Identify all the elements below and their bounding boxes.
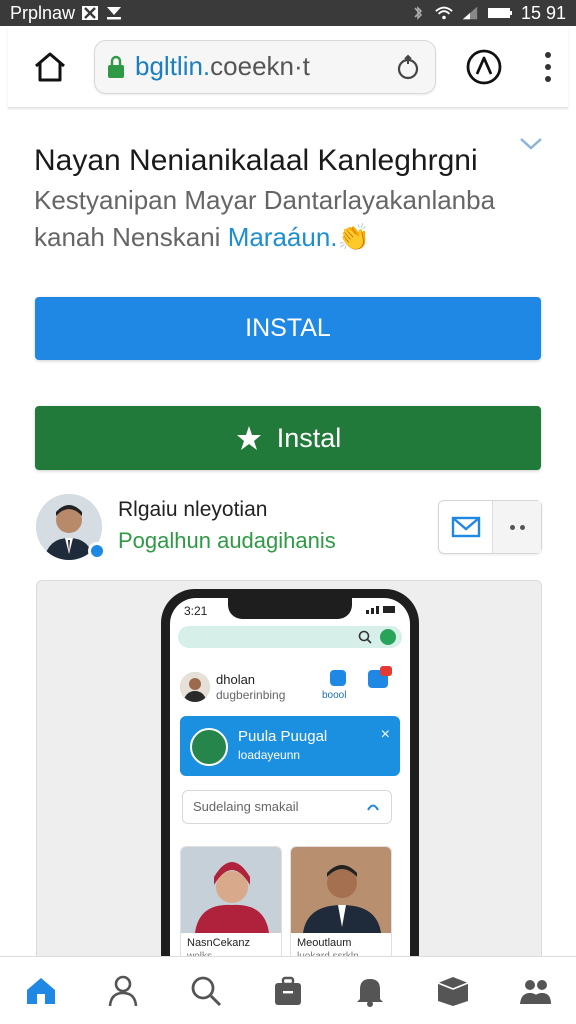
phone-app-icon xyxy=(330,670,346,686)
close-icon: × xyxy=(380,726,390,743)
navigation-arrow-icon[interactable] xyxy=(464,47,504,87)
url-host: bgltlin. xyxy=(135,51,211,81)
status-bar: Prplnaw 15 91 xyxy=(0,0,576,26)
phone-mockup: 3:21 dholan dugberinbing boool Puula Puu… xyxy=(161,589,419,969)
overflow-menu-button[interactable] xyxy=(538,47,558,87)
home-outline-icon xyxy=(35,52,65,81)
tile-name: NasnCekanz xyxy=(187,937,250,949)
url-domain: coeekn·t xyxy=(210,51,310,81)
signal-icon xyxy=(462,6,478,20)
phone-notification-dot xyxy=(380,666,392,676)
nav-jobs[interactable] xyxy=(264,967,312,1015)
nav-search[interactable] xyxy=(182,967,230,1015)
nav-notifications[interactable] xyxy=(346,967,394,1015)
phone-screen: 3:21 dholan dugberinbing boool Puula Puu… xyxy=(170,598,410,969)
wifi-icon xyxy=(435,6,453,20)
nav-box[interactable] xyxy=(429,967,477,1015)
search-icon xyxy=(358,630,372,644)
phone-notch xyxy=(228,598,352,619)
phone-time: 3:21 xyxy=(184,604,208,618)
bottom-navigation xyxy=(0,956,576,1024)
person-photo-icon xyxy=(180,672,210,702)
touch-icon[interactable] xyxy=(393,52,423,82)
box-icon xyxy=(437,976,468,1006)
person-photo-icon xyxy=(291,847,391,933)
phone-user-avatar xyxy=(180,672,210,702)
home-icon xyxy=(27,977,56,1004)
tile-name: Meoutlaum xyxy=(297,937,352,949)
message-button[interactable] xyxy=(439,501,493,553)
promo-link[interactable]: Maraáun. xyxy=(228,222,338,252)
verified-badge xyxy=(88,542,106,560)
install-secondary-label: Instal xyxy=(276,422,342,453)
phone-profile-tile: Meoutlaum luokard ssrkln xyxy=(290,846,392,969)
lock-icon xyxy=(108,55,124,78)
phone-card-title: Puula Puugal xyxy=(238,728,328,745)
more-options-button[interactable] xyxy=(493,501,541,553)
promo-description: Kestyanipan Mayar Dantarlayakanlanba kan… xyxy=(34,182,514,256)
install-primary-label: INSTAL xyxy=(245,314,331,342)
app-screen: Prplnaw 15 91 bgltlin.coeekn·t Nayan Nen… xyxy=(0,0,576,1024)
page-content: Nayan Nenianikalaal Kanleghrgni Kestyani… xyxy=(8,110,568,970)
app-preview-card: 3:21 dholan dugberinbing boool Puula Puu… xyxy=(36,580,542,970)
browser-toolbar: bgltlin.coeekn·t xyxy=(8,26,568,108)
profile-icon xyxy=(109,975,138,1006)
phone-input-placeholder: Sudelaing smakail xyxy=(193,799,299,814)
install-button-secondary[interactable]: Instal xyxy=(35,406,541,470)
carrier-label: Prplnaw xyxy=(10,2,76,23)
close-box-icon xyxy=(82,6,99,20)
install-button-primary[interactable]: INSTAL xyxy=(35,297,541,360)
nav-profile[interactable] xyxy=(99,967,147,1015)
browser-home-button[interactable] xyxy=(20,37,80,97)
phone-profile-tile: NasnCekanz wolks xyxy=(180,846,282,969)
phone-input-field: Sudelaing smakail xyxy=(182,790,392,824)
phone-user-name: dholan xyxy=(216,672,256,687)
phone-user-subtitle: dugberinbing xyxy=(216,688,286,702)
chevron-down-icon[interactable] xyxy=(518,136,544,152)
briefcase-icon xyxy=(274,976,301,1005)
publisher-name: Rlgaiu nleyotian xyxy=(118,498,268,521)
phone-status-icons xyxy=(366,606,395,614)
people-icon xyxy=(519,979,551,1004)
search-go-icon xyxy=(380,629,396,645)
address-bar[interactable]: bgltlin.coeekn·t xyxy=(94,39,436,94)
clock-label: 15 91 xyxy=(520,2,566,23)
refresh-icon xyxy=(367,804,379,811)
bluetooth-icon xyxy=(414,6,423,20)
clapping-emoji: 👏 xyxy=(337,222,370,252)
publisher-actions xyxy=(438,500,542,554)
phone-app-label: boool xyxy=(322,690,347,701)
battery-icon xyxy=(487,8,512,18)
download-icon xyxy=(107,7,122,20)
rocket-star-icon xyxy=(236,426,261,450)
url-text: bgltlin.coeekn·t xyxy=(135,51,393,82)
phone-card-subtitle: loadayeunn xyxy=(238,748,301,762)
nav-people[interactable] xyxy=(511,967,559,1015)
publisher-row: Rlgaiu nleyotian Pogalhun audagihanis xyxy=(36,494,542,564)
mail-icon xyxy=(451,516,480,538)
phone-search-bar xyxy=(178,626,402,648)
publisher-subtitle[interactable]: Pogalhun audagihanis xyxy=(118,528,336,554)
person-photo-icon xyxy=(181,847,281,933)
phone-promo-card: Puula Puugal loadayeunn × xyxy=(180,716,400,776)
promo-title: Nayan Nenianikalaal Kanleghrgni xyxy=(34,144,478,177)
bell-icon xyxy=(357,978,384,1007)
tool-icon xyxy=(190,728,228,766)
nav-home[interactable] xyxy=(17,967,65,1015)
search-icon xyxy=(191,976,221,1006)
